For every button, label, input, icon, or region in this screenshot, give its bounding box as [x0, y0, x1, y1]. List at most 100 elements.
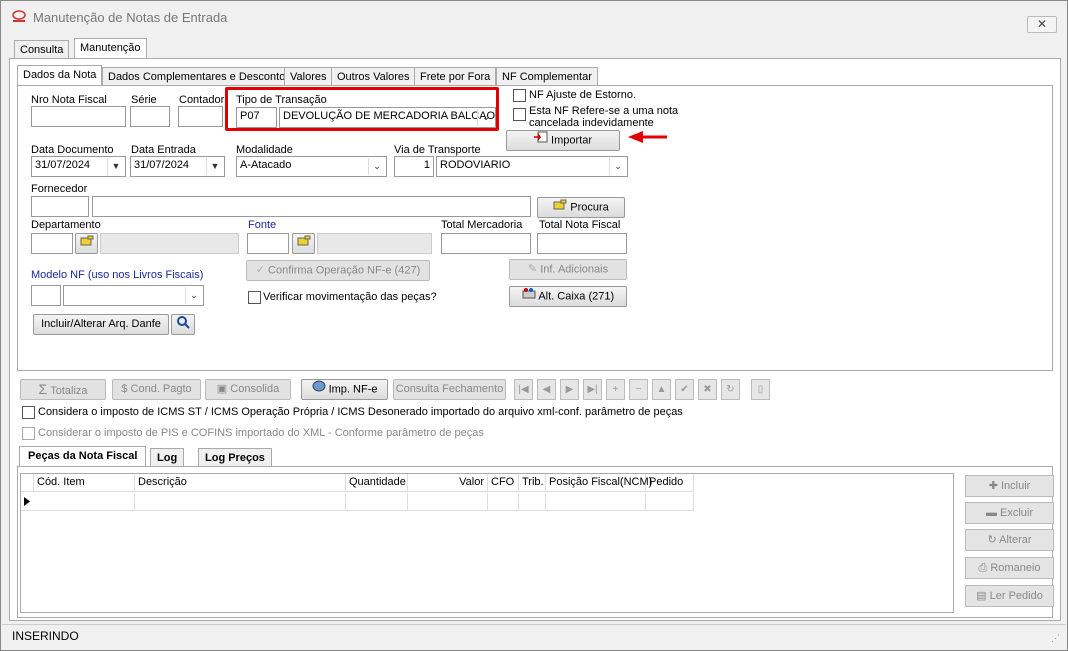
romaneio-button[interactable]: ⎙ Romaneio — [965, 557, 1054, 579]
danfe-search-button[interactable] — [171, 314, 195, 335]
data-documento-label: Data Documento — [31, 144, 114, 156]
grid-divider — [487, 493, 488, 511]
tab-dados-nota[interactable]: Dados da Nota — [17, 65, 103, 86]
tab-log[interactable]: Log — [150, 448, 185, 467]
procura-button[interactable]: Procura — [537, 197, 625, 218]
via-transporte-value: RODOVIARIO — [440, 159, 511, 171]
modalidade-select[interactable]: A-Atacado ⌄ — [236, 156, 387, 177]
incluir-button[interactable]: ✚ Incluir — [965, 475, 1054, 497]
grid-divider — [407, 493, 408, 511]
ler-pedido-button[interactable]: ▤ Ler Pedido — [965, 585, 1054, 607]
nf-refere-checkbox[interactable] — [513, 108, 526, 121]
incluir-danfe-button[interactable]: Incluir/Alterar Arq. Danfe — [33, 314, 169, 335]
excluir-button[interactable]: ▬ Excluir — [965, 502, 1054, 524]
tab-valores[interactable]: Valores — [284, 67, 333, 86]
confirma-operacao-button[interactable]: ✓ Confirma Operação NF-e (427) — [246, 260, 430, 281]
alt-caixa-button[interactable]: Alt. Caixa (271) — [509, 286, 627, 307]
nf-ajuste-checkbox[interactable] — [513, 89, 526, 102]
pis-cofins-checkbox[interactable] — [22, 427, 35, 440]
icms-checkbox[interactable] — [22, 406, 35, 419]
inf-adicionais-button[interactable]: ✎ Inf. Adicionais — [509, 259, 627, 280]
tab-pecas-nota-fiscal[interactable]: Peças da Nota Fiscal — [19, 446, 147, 467]
close-button[interactable]: ✕ — [1027, 16, 1057, 33]
tab-outros-valores[interactable]: Outros Valores — [331, 67, 416, 86]
via-transporte-select[interactable]: RODOVIARIO ⌄ — [436, 156, 628, 177]
resize-grip-icon[interactable]: ⋰ — [1051, 633, 1060, 644]
modelo-nf-select[interactable]: ⌄ — [63, 285, 204, 306]
data-documento-picker[interactable]: 31/07/2024 ▼ — [31, 156, 126, 177]
modalidade-label: Modalidade — [236, 144, 293, 156]
fonte-lookup-button[interactable] — [292, 233, 315, 254]
nav-last-button[interactable]: ▶| — [583, 379, 602, 400]
col-posicao-fiscal[interactable]: Posição Fiscal(NCM) — [546, 474, 652, 492]
fonte-label: Fonte — [248, 219, 277, 231]
departamento-lookup-button[interactable] — [75, 233, 98, 254]
sigma-icon: Σ — [38, 381, 48, 397]
tab-consulta[interactable]: Consulta — [14, 40, 70, 59]
icms-label: Considera o imposto de ICMS ST / ICMS Op… — [38, 406, 683, 418]
contador-label: Contador — [179, 94, 225, 106]
data-entrada-value: 31/07/2024 — [134, 159, 190, 171]
table-row[interactable] — [21, 493, 694, 511]
panel-icon: ▯ — [757, 384, 764, 395]
window-title: Manutenção de Notas de Entrada — [33, 10, 228, 25]
alterar-button[interactable]: ↻ Alterar — [965, 529, 1054, 551]
nav-first-button[interactable]: |◀ — [514, 379, 533, 400]
fornecedor-code-input[interactable] — [31, 196, 89, 217]
serie-input[interactable] — [130, 106, 170, 127]
nav-refresh-button[interactable]: ↻ — [721, 379, 740, 400]
col-cod-item[interactable]: Cód. Item — [34, 474, 135, 492]
tab-dados-complementares[interactable]: Dados Complementares e Desconto — [102, 67, 292, 86]
departamento-code-input[interactable] — [31, 233, 73, 254]
col-quantidade[interactable]: Quantidade — [346, 474, 408, 492]
col-trib[interactable]: Trib. — [519, 474, 546, 492]
thumbs-up-icon: ✓ — [255, 264, 265, 276]
alterar-label: Alterar — [999, 534, 1032, 546]
imp-nfe-button[interactable]: Imp. NF-e — [301, 379, 388, 400]
document-icon: ▤ — [976, 590, 987, 602]
consolida-button[interactable]: ▣ Consolida — [205, 379, 291, 400]
pecas-grid[interactable]: Cód. Item Descrição Quantidade Valor CFO… — [20, 473, 954, 613]
contador-input[interactable] — [178, 106, 223, 127]
verificar-checkbox[interactable] — [248, 291, 261, 304]
nav-prior-button[interactable]: ◀ — [537, 379, 556, 400]
col-cfo[interactable]: CFO — [488, 474, 519, 492]
nav-post-button[interactable]: ✔ — [675, 379, 694, 400]
fonte-code-input[interactable] — [247, 233, 289, 254]
tab-frete-por-fora[interactable]: Frete por Fora — [414, 67, 497, 86]
nav-cancel-button[interactable]: ✖ — [698, 379, 717, 400]
chevron-down-icon: ⌄ — [609, 158, 626, 175]
data-entrada-label: Data Entrada — [131, 144, 196, 156]
col-valor[interactable]: Valor — [408, 474, 488, 492]
grid-header: Cód. Item Descrição Quantidade Valor CFO… — [21, 474, 955, 493]
totaliza-button[interactable]: Σ Totaliza — [20, 379, 106, 400]
grid-divider — [645, 493, 646, 511]
via-transporte-code-input[interactable]: 1 — [394, 156, 434, 177]
tab-log-precos[interactable]: Log Preços — [198, 448, 272, 467]
col-descricao[interactable]: Descrição — [135, 474, 346, 492]
total-nf-input[interactable] — [537, 233, 627, 254]
cond-pagto-button[interactable]: $ Cond. Pagto — [112, 379, 201, 400]
highlight-box — [225, 87, 499, 131]
importar-button[interactable]: Importar — [506, 130, 620, 151]
hand-pointer-icon — [553, 198, 567, 217]
nav-delete-button[interactable]: − — [629, 379, 648, 400]
data-entrada-picker[interactable]: 31/07/2024 ▼ — [130, 156, 225, 177]
nav-extra-button[interactable]: ▯ — [751, 379, 770, 400]
fornecedor-name-input[interactable] — [92, 196, 531, 217]
nav-edit-button[interactable]: ▲ — [652, 379, 671, 400]
nf-refere-label-1: Esta NF Refere-se a uma nota — [529, 105, 679, 117]
verificar-label: Verificar movimentação das peças? — [263, 291, 437, 303]
tab-nf-complementar[interactable]: NF Complementar — [496, 67, 598, 86]
consulta-fechamento-button[interactable]: Consulta Fechamento — [393, 379, 506, 400]
nav-insert-button[interactable]: + — [606, 379, 625, 400]
tab-manutencao[interactable]: Manutenção — [74, 38, 147, 59]
nro-nota-input[interactable] — [31, 106, 126, 127]
ler-pedido-label: Ler Pedido — [989, 590, 1043, 602]
total-mercadoria-input[interactable] — [441, 233, 531, 254]
col-pedido[interactable]: Pedido — [646, 474, 694, 492]
import-icon — [533, 131, 548, 150]
nav-next-button[interactable]: ▶ — [560, 379, 579, 400]
modelo-nf-code-input[interactable] — [31, 285, 61, 306]
current-row-indicator-icon — [23, 496, 31, 510]
